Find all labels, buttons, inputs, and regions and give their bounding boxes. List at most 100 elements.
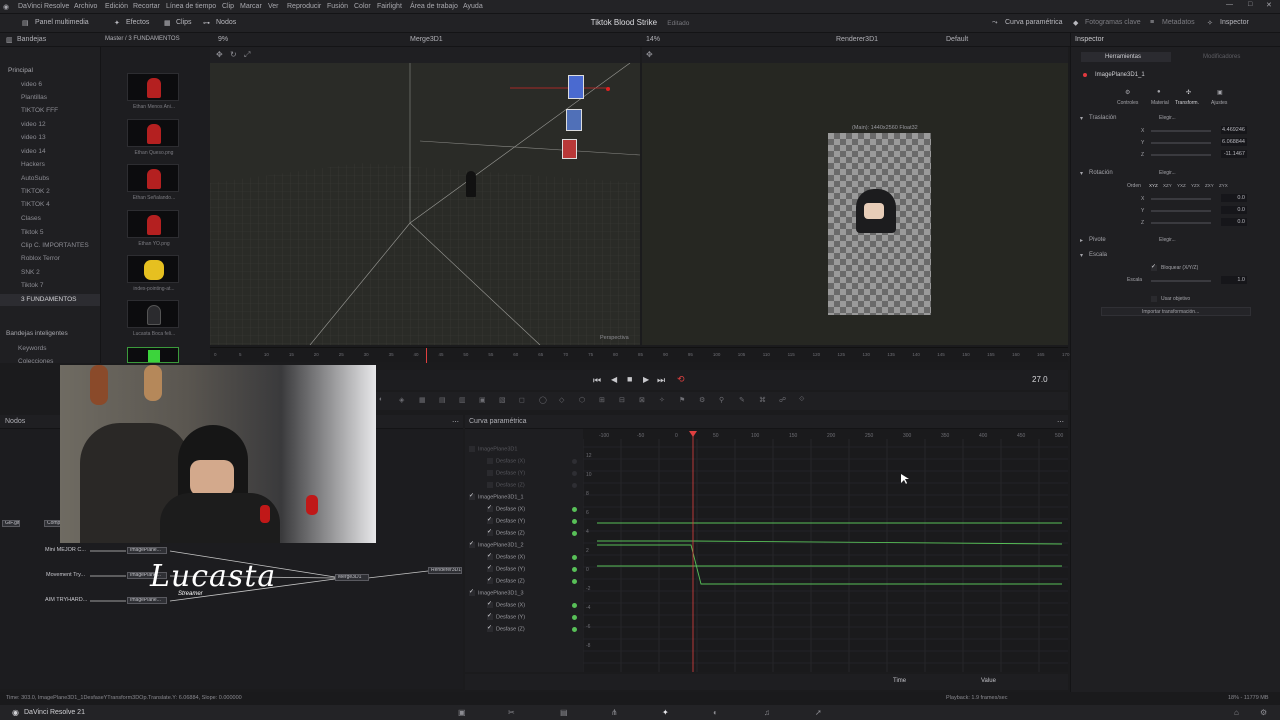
- curve-canvas[interactable]: -100 -50 0 50 100 150 200 250 300 350 400 450 500121…: [583, 429, 1068, 672]
- node-renderer3d[interactable]: Renderer3D1: [428, 567, 462, 574]
- fusion-tool-icon[interactable]: ⊠: [639, 396, 645, 404]
- rotate-z-value[interactable]: 0.0: [1221, 218, 1247, 226]
- bin-item[interactable]: SNK 2: [21, 269, 40, 276]
- menu-item-edit[interactable]: Edición: [105, 3, 128, 10]
- spline-channel[interactable]: Desfase (Z): [487, 482, 525, 488]
- page-fusion-icon[interactable]: ⋔: [611, 708, 618, 717]
- spline-channel[interactable]: Desfase (Y): [487, 564, 525, 572]
- menu-item-fusion[interactable]: Fusión: [327, 3, 348, 10]
- node-imageplane[interactable]: ImagePlane...: [127, 547, 167, 554]
- spline-channel[interactable]: Desfase (X): [487, 552, 525, 560]
- tab-tools[interactable]: Herramientas: [1081, 52, 1171, 62]
- bin-item[interactable]: video 13: [21, 134, 46, 141]
- image-plane-card[interactable]: [566, 109, 582, 131]
- bin-item[interactable]: video 14: [21, 148, 46, 155]
- ruler-playhead[interactable]: [426, 348, 427, 363]
- channel-visible-dot[interactable]: [572, 531, 577, 536]
- menu-item-color[interactable]: Color: [354, 3, 371, 10]
- go-start-icon[interactable]: ⏮: [593, 375, 601, 386]
- scale-icon[interactable]: ⤢: [244, 50, 250, 60]
- render-canvas[interactable]: [828, 133, 931, 315]
- section-chevron-icon[interactable]: ▸: [1080, 237, 1083, 244]
- channel-visible-dot[interactable]: [572, 615, 577, 620]
- fusion-tool-icon[interactable]: ⌘: [759, 396, 766, 404]
- inspector-button[interactable]: Inspector: [1220, 19, 1249, 26]
- fusion-tool-icon[interactable]: ▥: [459, 396, 466, 404]
- page-fusion-active-icon[interactable]: ✦: [662, 708, 669, 717]
- rotate-icon[interactable]: ↻: [230, 50, 237, 59]
- order-option[interactable]: ZYX: [1219, 183, 1228, 188]
- bin-root[interactable]: Principal: [8, 67, 33, 74]
- subtab-settings[interactable]: Ajustes: [1211, 100, 1227, 106]
- menu-item-fairlight[interactable]: Fairlight: [377, 3, 402, 10]
- value-dropdown[interactable]: Value: [981, 678, 996, 684]
- page-deliver-icon[interactable]: ➚: [815, 708, 822, 717]
- media-pool-button[interactable]: Panel multimedia: [35, 19, 89, 26]
- go-end-icon[interactable]: ⏭: [657, 375, 665, 386]
- spline-group[interactable]: ImagePlane3D1: [469, 446, 517, 452]
- bin-item[interactable]: TIKTOK 4: [21, 201, 50, 208]
- minimize-icon[interactable]: —: [1226, 1, 1233, 8]
- fusion-tool-icon[interactable]: ✧: [659, 396, 665, 404]
- fusion-tool-icon[interactable]: ☍: [779, 396, 786, 404]
- fusion-tool-icon[interactable]: ⚲: [719, 396, 724, 404]
- fusion-tool-icon[interactable]: ▦: [419, 396, 426, 404]
- fusion-tool-icon[interactable]: ⊟: [619, 396, 625, 404]
- node-imageplane[interactable]: ImagePlane...: [127, 597, 167, 604]
- section-chevron-icon[interactable]: ▾: [1080, 170, 1083, 177]
- playhead-marker-icon[interactable]: [689, 431, 697, 437]
- home-icon[interactable]: ⌂: [1234, 708, 1239, 717]
- tab-modifiers[interactable]: Modificadores: [1203, 54, 1240, 60]
- effects-button[interactable]: Efectos: [126, 19, 149, 26]
- rotate-x-value[interactable]: 0.0: [1221, 194, 1247, 202]
- bin-item[interactable]: AutoSubs: [21, 175, 49, 182]
- settings-gear-icon[interactable]: ⚙: [1260, 708, 1267, 717]
- order-option[interactable]: ZXY: [1205, 183, 1214, 188]
- time-dropdown[interactable]: Time: [893, 678, 906, 684]
- channel-visible-dot[interactable]: [572, 579, 577, 584]
- channel-visible-dot[interactable]: [572, 519, 577, 524]
- bin-item[interactable]: TIKTOK 2: [21, 188, 50, 195]
- import-transform-button[interactable]: Importar transformación...: [1101, 307, 1251, 316]
- play-icon[interactable]: ▶: [643, 375, 649, 384]
- move-icon[interactable]: ✥: [216, 50, 223, 59]
- time-ruler[interactable]: 0 5 10 15 20 25 30 35 40 45 50 55 60 65 70 75 80 85 90 95 10…: [210, 347, 1070, 363]
- zoom-right[interactable]: 14%: [646, 36, 660, 43]
- clip-thumbnail[interactable]: [127, 73, 179, 101]
- smart-bin-keywords[interactable]: Keywords: [18, 345, 47, 352]
- subtab-controls[interactable]: Controles: [1117, 100, 1138, 106]
- menu-item-app[interactable]: DaVinci Resolve: [18, 3, 69, 10]
- fusion-tool-icon[interactable]: ✎: [739, 396, 745, 404]
- fusion-tool-icon[interactable]: ▣: [479, 396, 486, 404]
- bin-item[interactable]: Roblox Terror: [21, 255, 60, 262]
- menu-item-trim[interactable]: Recortar: [133, 3, 160, 10]
- keyframes-button[interactable]: Fotogramas clave: [1085, 19, 1141, 26]
- fusion-tool-icon[interactable]: ▧: [499, 396, 506, 404]
- animation-curve[interactable]: [597, 544, 1062, 585]
- media-path[interactable]: Master / 3 FUNDAMENTOS: [105, 36, 180, 42]
- move-icon[interactable]: ✥: [646, 50, 653, 59]
- stop-icon[interactable]: ■: [627, 374, 632, 384]
- rotate-y-slider[interactable]: [1151, 210, 1211, 212]
- channel-visible-dot[interactable]: [572, 507, 577, 512]
- fusion-tool-icon[interactable]: ◻: [519, 396, 525, 404]
- clip-thumbnail[interactable]: [127, 210, 179, 238]
- page-cut-icon[interactable]: ✂: [508, 708, 515, 717]
- menu-item-clip[interactable]: Clip: [222, 3, 234, 10]
- menu-item-view[interactable]: Ver: [268, 3, 279, 10]
- translate-z-slider[interactable]: [1151, 154, 1211, 156]
- fusion-tool-icon[interactable]: ◇: [559, 396, 564, 404]
- rotate-z-slider[interactable]: [1151, 222, 1211, 224]
- menu-item-mark[interactable]: Marcar: [240, 3, 262, 10]
- bin-item[interactable]: Tiktok 5: [21, 229, 44, 236]
- channel-hidden-dot[interactable]: [572, 459, 577, 464]
- bin-item[interactable]: Tiktok 7: [21, 282, 44, 289]
- metadata-button[interactable]: Metadatos: [1162, 19, 1195, 26]
- target-checkbox[interactable]: [1151, 296, 1160, 302]
- menu-item-playback[interactable]: Reproducir: [287, 3, 321, 10]
- subtab-transform[interactable]: Transform.: [1175, 100, 1199, 106]
- spline-channel[interactable]: Desfase (Z): [487, 624, 525, 632]
- order-option[interactable]: YZX: [1191, 183, 1200, 188]
- play-reverse-icon[interactable]: ◀: [611, 375, 617, 384]
- character-sprite[interactable]: [466, 171, 476, 197]
